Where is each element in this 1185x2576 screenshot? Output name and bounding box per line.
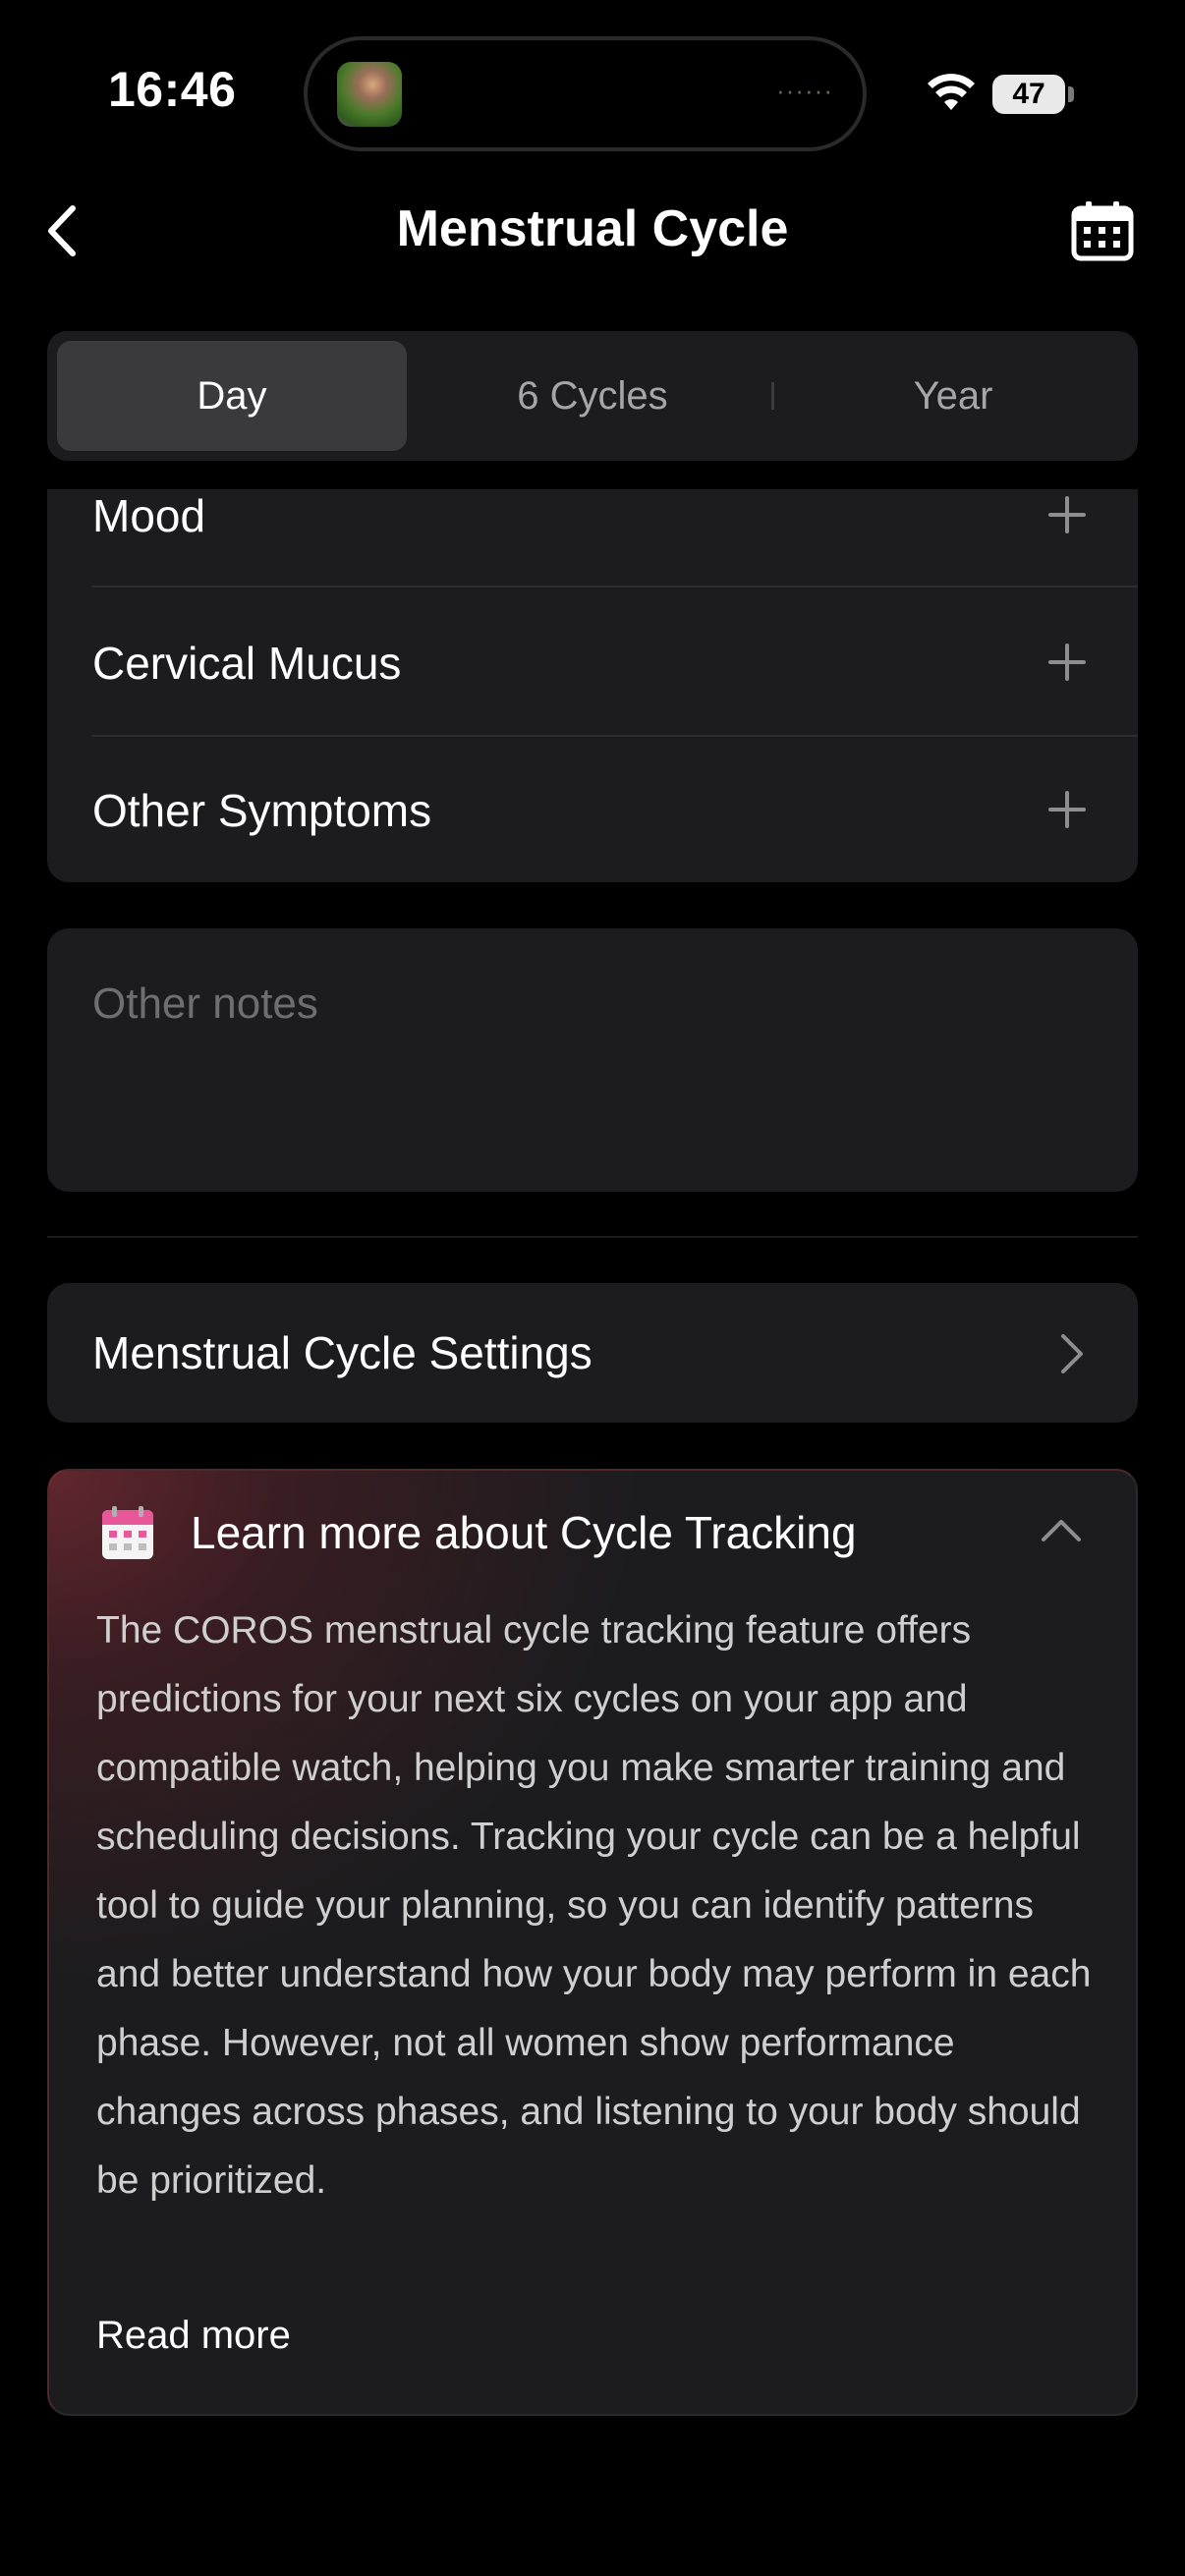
symptom-row-mood[interactable]: Mood [92,489,1138,588]
chevron-up-icon[interactable] [1040,1516,1083,1543]
battery-tip [1068,86,1074,102]
symptom-label: Mood [92,490,206,541]
calendar-emoji-icon [102,1506,153,1559]
symptom-list: Mood Cervical Mucus Other Symptoms [47,489,1138,882]
tab-divider [771,382,774,410]
learn-more-body: The COROS menstrual cycle tracking featu… [96,1609,1092,2202]
status-time: 16:46 [108,62,237,117]
tab-day[interactable]: Day [57,341,407,451]
calendar-icon[interactable] [1070,199,1135,262]
learn-more-card: Learn more about Cycle Tracking The CORO… [47,1469,1138,2416]
symptom-label: Other Symptoms [92,785,432,836]
battery-indicator: 47 [992,75,1065,114]
plus-icon[interactable] [1047,495,1087,534]
other-notes-input[interactable] [92,980,1075,1029]
notes-card [47,928,1138,1192]
plus-icon[interactable] [1047,790,1087,829]
symptom-row-cervical-mucus[interactable]: Cervical Mucus [92,588,1138,737]
plus-icon[interactable] [1047,643,1087,682]
learn-more-title: Learn more about Cycle Tracking [191,1507,857,1558]
chevron-right-icon [1061,1334,1083,1373]
symptom-label: Cervical Mucus [92,638,402,689]
island-activity-dots: ······ [776,76,833,105]
app-avatar-icon [337,62,402,127]
page-title: Menstrual Cycle [396,200,789,257]
dynamic-island[interactable]: ······ [304,36,867,151]
settings-label: Menstrual Cycle Settings [92,1327,592,1378]
period-segmented-control: Day 6 Cycles Year [47,331,1138,461]
section-divider [47,1236,1138,1238]
tab-6-cycles[interactable]: 6 Cycles [418,341,767,451]
symptom-row-other-symptoms[interactable]: Other Symptoms [92,737,1138,884]
read-more-link[interactable]: Read more [96,2314,291,2358]
wifi-icon [928,74,975,110]
tab-year[interactable]: Year [778,341,1128,451]
menstrual-cycle-settings-row[interactable]: Menstrual Cycle Settings [47,1283,1138,1423]
